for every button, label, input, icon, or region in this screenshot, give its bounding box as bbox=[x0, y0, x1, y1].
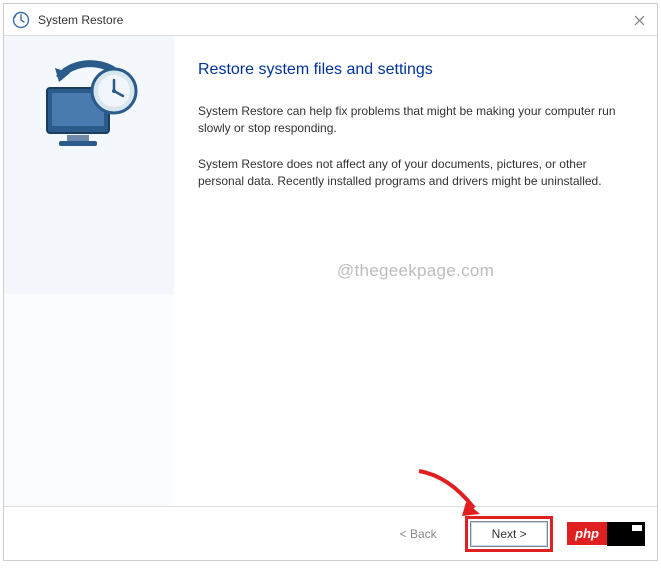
next-button[interactable]: Next > bbox=[470, 521, 548, 547]
main-panel: Restore system files and settings System… bbox=[174, 36, 657, 506]
monitor-clock-restore-icon bbox=[37, 58, 142, 153]
page-heading: Restore system files and settings bbox=[198, 61, 627, 79]
next-button-highlight: Next > bbox=[465, 516, 553, 552]
close-icon bbox=[634, 15, 645, 26]
php-badge-tail-icon bbox=[607, 522, 645, 546]
titlebar: System Restore bbox=[4, 4, 657, 36]
button-bar: < Back Next > php bbox=[4, 506, 657, 560]
description-paragraph-1: System Restore can help fix problems tha… bbox=[198, 103, 618, 138]
watermark-text: @thegeekpage.com bbox=[337, 261, 494, 281]
php-badge-text: php bbox=[567, 522, 607, 545]
system-restore-icon bbox=[12, 11, 30, 29]
window-title: System Restore bbox=[38, 13, 123, 27]
content-area: Restore system files and settings System… bbox=[4, 36, 657, 506]
close-button[interactable] bbox=[625, 8, 653, 32]
back-button: < Back bbox=[379, 521, 457, 547]
description-paragraph-2: System Restore does not affect any of yo… bbox=[198, 156, 618, 191]
php-badge: php bbox=[567, 522, 645, 546]
sidebar bbox=[4, 36, 174, 506]
system-restore-dialog: System Restore bbox=[3, 3, 658, 561]
